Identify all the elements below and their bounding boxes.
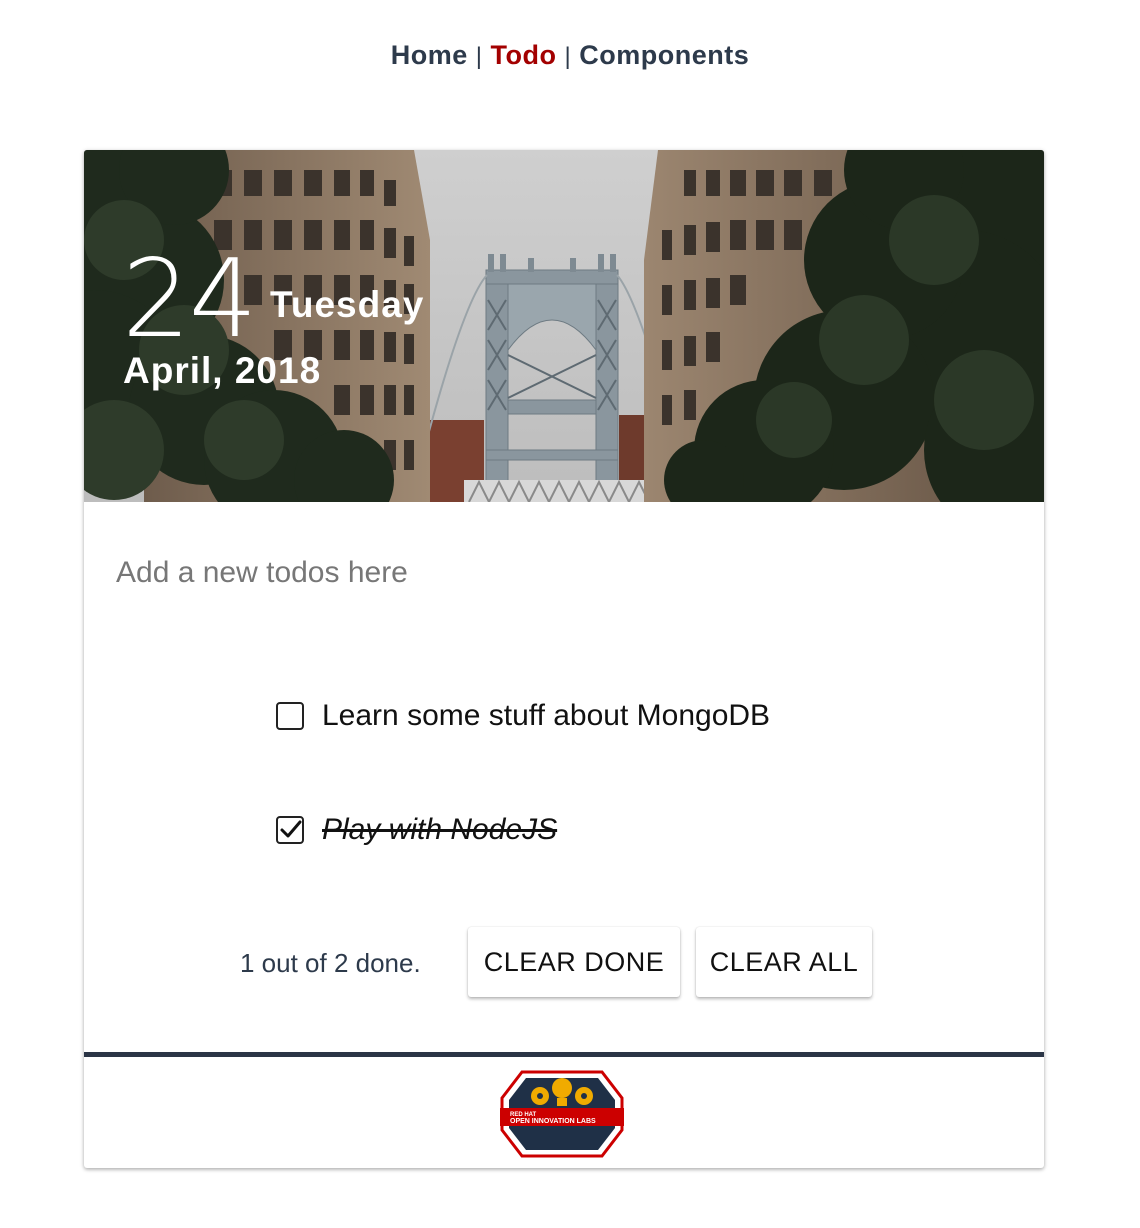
clear-done-button[interactable]: CLEAR DONE — [468, 927, 680, 997]
date-day: 24 — [122, 237, 257, 362]
todo-title: Learn some stuff about MongoDB — [322, 699, 771, 732]
nav-link-todo[interactable]: Todo — [491, 40, 557, 70]
nav-separator: | — [475, 43, 483, 70]
top-nav: Home | Todo | Components — [0, 40, 1140, 71]
todo-item[interactable]: Learn some stuff about MongoDB — [276, 696, 770, 736]
todo-title: Play with NodeJS — [322, 813, 558, 846]
header-image: 24 Tuesday April, 2018 — [84, 150, 1044, 502]
todo-checkbox[interactable] — [276, 816, 304, 844]
todo-card: 24 Tuesday April, 2018 Learn some stuff … — [84, 150, 1044, 1168]
nav-link-home[interactable]: Home — [391, 40, 468, 70]
checkmark-icon — [280, 820, 302, 838]
footer-divider — [84, 1052, 1044, 1057]
nav-link-components[interactable]: Components — [579, 40, 749, 70]
open-innovation-labs-logo: RED HAT OPEN INNOVATION LABS — [500, 1070, 624, 1158]
nav-separator: | — [564, 43, 572, 70]
todo-item[interactable]: Play with NodeJS — [276, 810, 557, 850]
new-todo-input[interactable] — [116, 548, 996, 598]
date-weekday: Tuesday — [270, 284, 425, 325]
logo-line2: OPEN INNOVATION LABS — [510, 1118, 596, 1125]
todo-summary: 1 out of 2 done. — [240, 948, 421, 978]
todo-checkbox[interactable] — [276, 702, 304, 730]
clear-all-button[interactable]: CLEAR ALL — [696, 927, 872, 997]
date-month-year: April, 2018 — [123, 350, 322, 391]
